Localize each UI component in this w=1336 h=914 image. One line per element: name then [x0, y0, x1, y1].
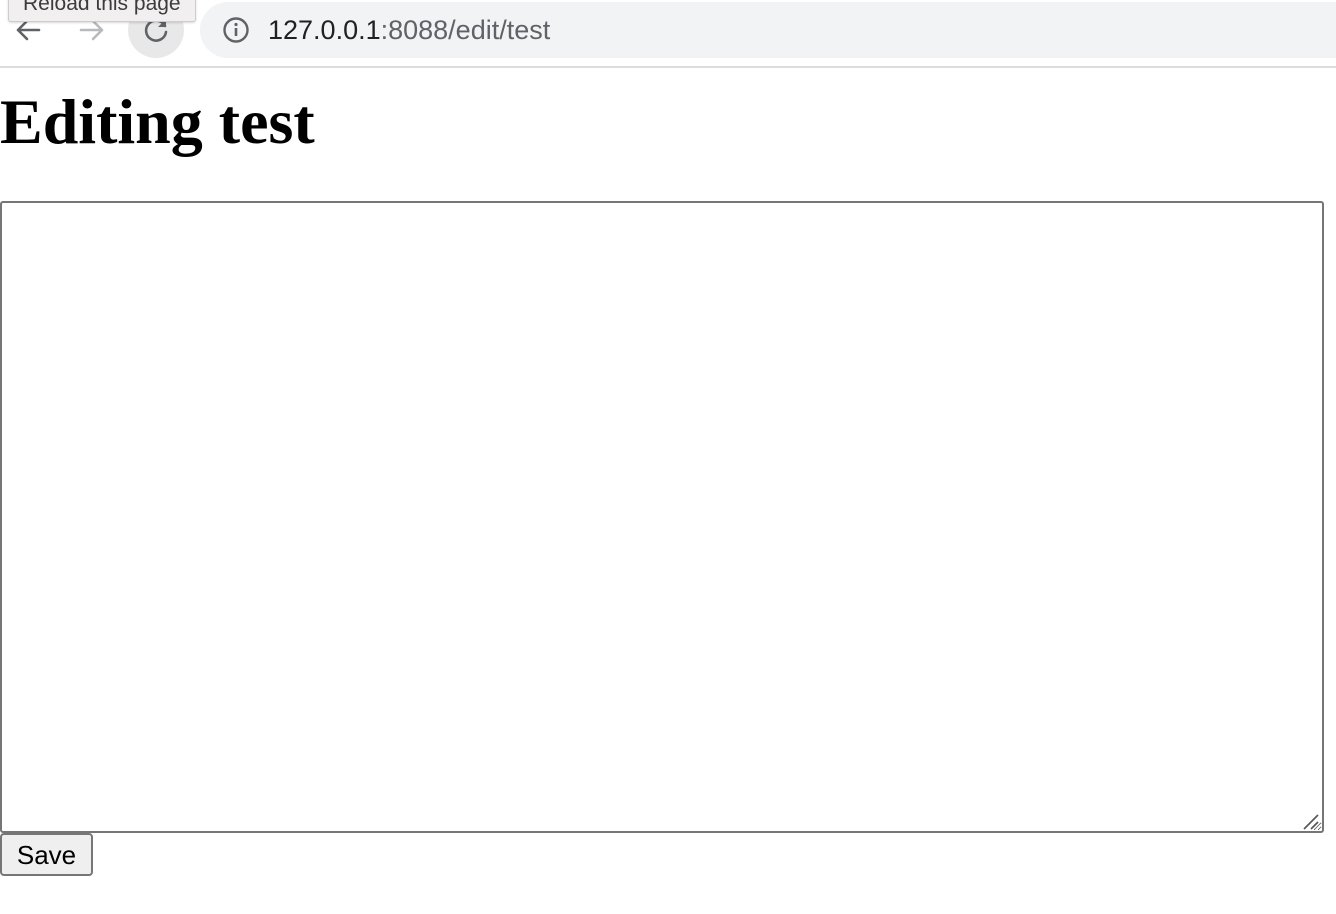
url-path: :8088/edit/test [380, 15, 551, 45]
reload-tooltip: Reload this page [8, 0, 196, 22]
resize-grip-icon[interactable] [1302, 814, 1320, 830]
content-editor[interactable] [0, 201, 1324, 833]
url-text: 127.0.0.1:8088/edit/test [268, 15, 550, 45]
page-title: Editing test [0, 86, 315, 157]
browser-toolbar: 127.0.0.1:8088/edit/test Reload this pag… [0, 0, 1336, 68]
url-host: 127.0.0.1 [268, 15, 381, 45]
info-icon[interactable] [222, 16, 250, 44]
save-button[interactable]: Save [0, 833, 93, 876]
address-bar[interactable]: 127.0.0.1:8088/edit/test [200, 2, 1336, 58]
